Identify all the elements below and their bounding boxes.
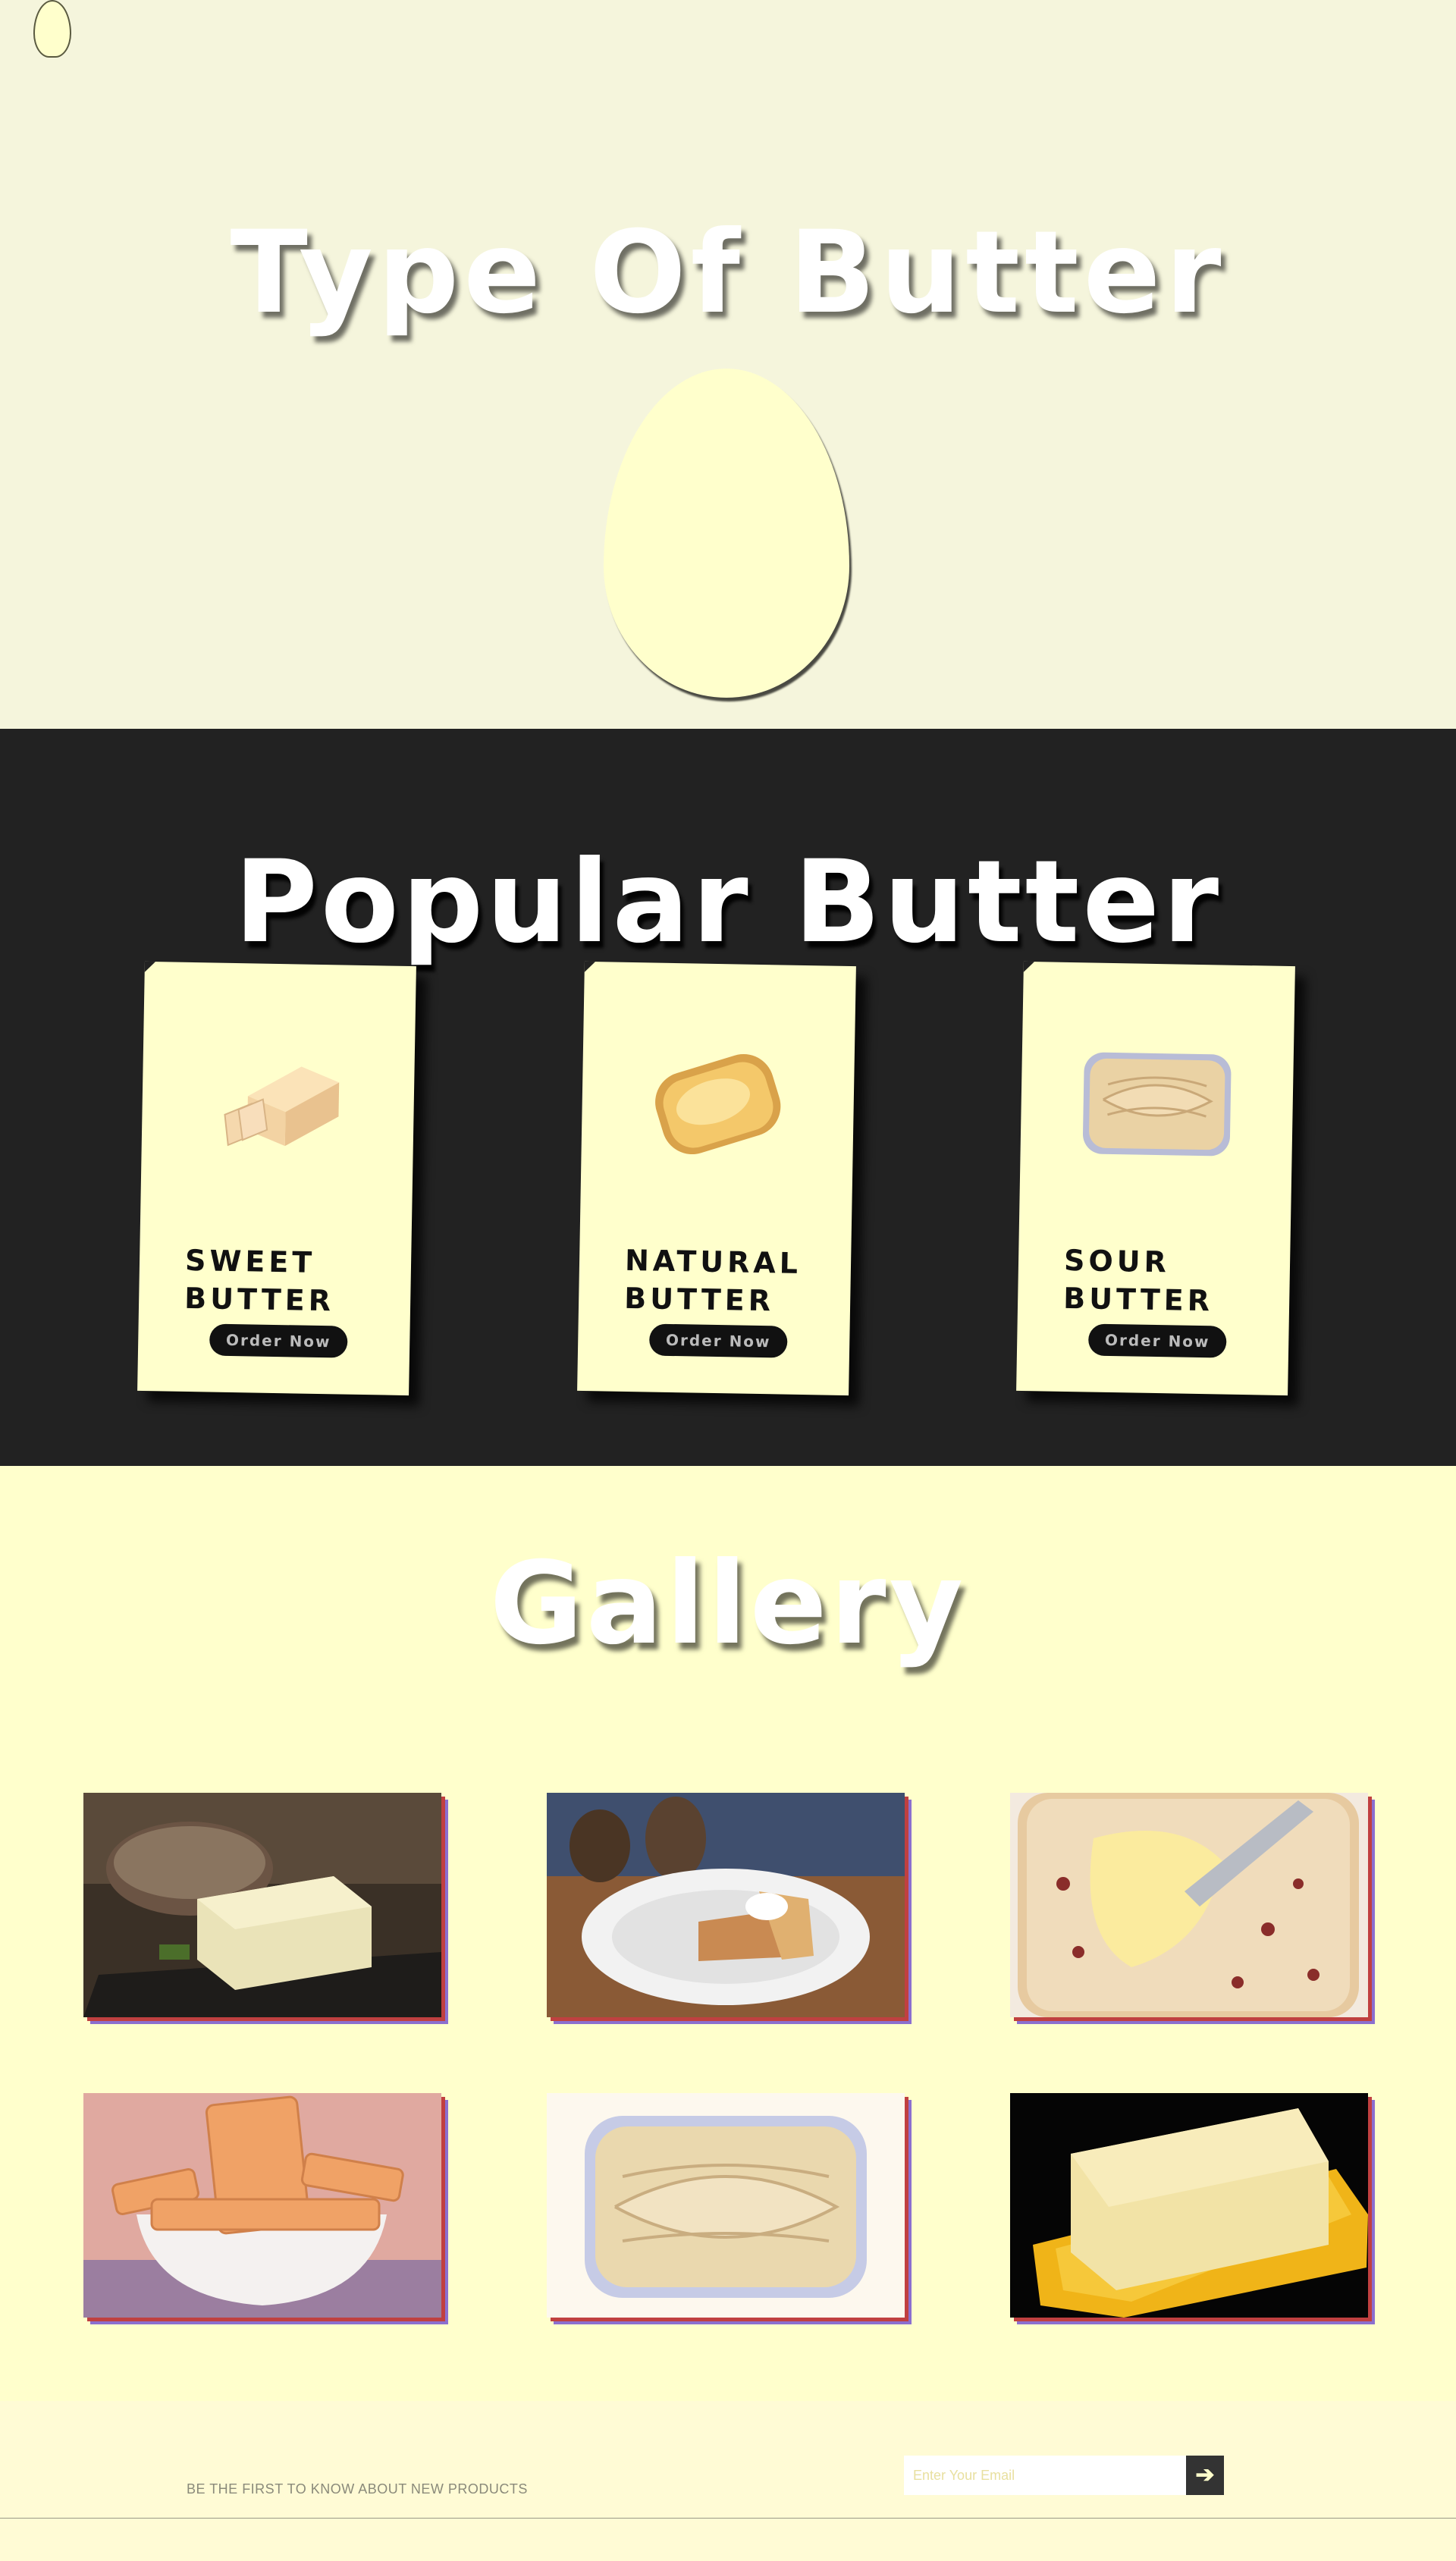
pumpkin-pie-image[interactable] <box>547 1793 905 2017</box>
gallery-title: Gallery <box>489 1538 967 1670</box>
card-title: NATURAL BUTTER <box>623 1243 802 1318</box>
card-title: SOUR BUTTER <box>1062 1243 1214 1318</box>
card-title: SWEET BUTTER <box>184 1243 335 1318</box>
butter-tub-image[interactable] <box>547 2093 905 2318</box>
product-card-sweet-butter: SWEET BUTTER Order Now <box>137 961 416 1396</box>
butter-toast-image <box>581 1045 855 1163</box>
butter-container-image <box>1020 1045 1294 1163</box>
hero-title: Type Of Butter <box>230 207 1226 339</box>
product-card-natural-butter: NATURAL BUTTER Order Now <box>577 961 856 1396</box>
butter-on-raisin-bread-image[interactable] <box>1010 1793 1368 2017</box>
footer-subtitle: BE THE FIRST TO KNOW ABOUT NEW PRODUCTS <box>187 2481 528 2497</box>
biscuits-in-bowl-image[interactable] <box>83 2093 441 2318</box>
sliced-butter-image <box>141 1045 415 1163</box>
popular-title: Popular Butter <box>234 836 1222 968</box>
butter-dish-image[interactable] <box>1010 2093 1368 2318</box>
product-card-sour-butter: SOUR BUTTER Order Now <box>1016 961 1295 1396</box>
order-now-button[interactable]: Order Now <box>1087 1323 1227 1358</box>
arrow-right-icon: ➔ <box>1195 2462 1215 2487</box>
order-now-button[interactable]: Order Now <box>648 1323 788 1358</box>
butter-on-bread-board-image[interactable] <box>83 1793 441 2017</box>
email-input[interactable] <box>904 2456 1186 2495</box>
order-now-button[interactable]: Order Now <box>209 1323 348 1358</box>
footer-divider <box>0 2518 1456 2519</box>
subscribe-button[interactable]: ➔ <box>1186 2456 1224 2495</box>
